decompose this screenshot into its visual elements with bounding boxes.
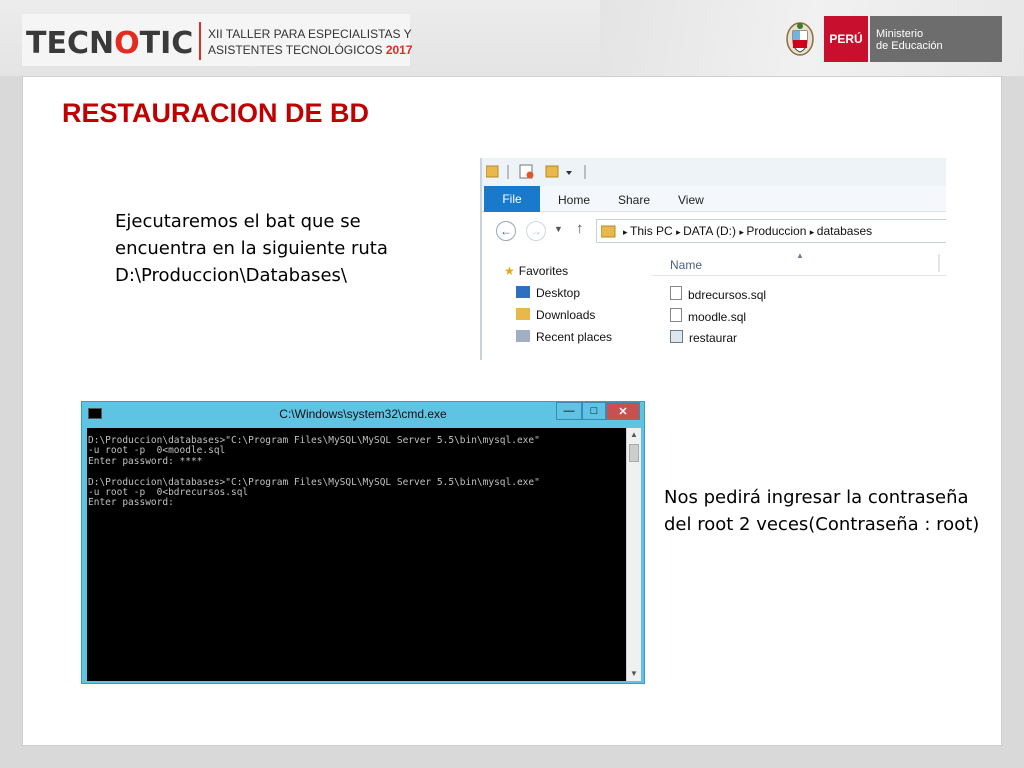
breadcrumb-databases[interactable]: databases [817, 224, 872, 238]
sql-file-icon [670, 308, 682, 322]
instruction-paragraph: Ejecutaremos el bat que se encuentra en … [115, 208, 388, 289]
desktop-icon [516, 286, 530, 298]
ministry-badge: Ministerio de Educación [870, 16, 1002, 62]
breadcrumb-this-pc[interactable]: This PC [630, 224, 673, 238]
tab-home[interactable]: Home [558, 193, 590, 207]
slide-title: RESTAURACION DE BD [62, 98, 370, 128]
breadcrumb-separator: ▸ [809, 227, 817, 237]
quick-access-toolbar-icons [486, 164, 586, 179]
breadcrumb-separator: ▸ [623, 227, 631, 237]
star-icon: ★ [504, 264, 515, 278]
downloads-icon [516, 308, 530, 320]
logo-divider [199, 22, 201, 60]
scroll-up-icon[interactable]: ▲ [627, 428, 641, 442]
event-title-text: ASISTENTES TECNOLÓGICOS [208, 43, 383, 57]
instruction-line: encuentra en la siguiente ruta [115, 238, 388, 259]
close-button[interactable]: ✕ [606, 402, 640, 420]
government-logo: PERÚ Ministerio de Educación [778, 16, 1002, 62]
logo-text-right: TIC [139, 26, 194, 61]
minimize-button[interactable]: — [556, 402, 582, 420]
file-row[interactable]: bdrecursos.sql [670, 286, 766, 302]
cmd-window: C:\Windows\system32\cmd.exe — □ ✕ D:\Pro… [81, 401, 645, 684]
instruction-line: Ejecutaremos el bat que se [115, 211, 361, 232]
tecnotic-logo: TECNOTIC [26, 26, 193, 61]
scroll-down-icon[interactable]: ▼ [627, 667, 641, 681]
tab-share[interactable]: Share [618, 193, 650, 207]
file-name: moodle.sql [688, 310, 747, 324]
sidebar-item-desktop[interactable]: Desktop [516, 286, 580, 300]
up-arrow-icon[interactable]: ↑ [576, 220, 584, 237]
sidebar-item-favorites[interactable]: ★ Favorites [504, 264, 568, 278]
breadcrumb-data-drive[interactable]: DATA (D:) [683, 224, 736, 238]
sidebar-label: Recent places [536, 330, 613, 344]
event-title-line1: XII TALLER PARA ESPECIALISTAS Y [208, 27, 412, 41]
event-year: 2017 [385, 43, 413, 57]
file-name: bdrecursos.sql [688, 288, 767, 302]
maximize-button[interactable]: □ [582, 402, 606, 420]
column-header-label: Name [670, 258, 703, 272]
file-row[interactable]: restaurar [670, 330, 737, 345]
cmd-scrollbar[interactable]: ▲ ▼ [626, 428, 641, 681]
scrollbar-thumb[interactable] [629, 444, 639, 462]
instruction-line: D:\Produccion\Databases\ [115, 265, 347, 286]
file-name: restaurar [689, 331, 738, 345]
ministry-line2: de Educación [876, 40, 943, 52]
explorer-ribbon [482, 186, 946, 212]
explorer-titlebar [482, 158, 946, 186]
sidebar-label: Desktop [536, 286, 581, 300]
column-divider [938, 254, 940, 272]
tab-file[interactable]: File [484, 186, 540, 212]
sidebar-label: Downloads [536, 308, 596, 322]
ministry-line1: Ministerio [876, 28, 924, 40]
password-note-line: Nos pedirá ingresar la contraseña [664, 487, 969, 508]
sidebar-item-downloads[interactable]: Downloads [516, 308, 595, 322]
logo-text-mid: O [114, 26, 140, 61]
password-note-line: del root 2 veces(Contraseña : root) [664, 514, 980, 535]
file-explorer-screenshot: File Home Share View ← → ▼ ↑ ▸ This PC ▸… [480, 158, 946, 360]
address-bar[interactable]: ▸ This PC ▸ DATA (D:) ▸ Produccion ▸ dat… [596, 219, 946, 243]
password-note: Nos pedirá ingresar la contraseña del ro… [664, 484, 979, 538]
breadcrumb-produccion[interactable]: Produccion [746, 224, 806, 238]
cmd-line: Enter password: **** [88, 455, 203, 467]
logo-text-left: TECN [26, 26, 115, 61]
forward-button[interactable]: → [526, 221, 546, 241]
cmd-line: Enter password: [88, 497, 174, 509]
back-button[interactable]: ← [496, 221, 516, 241]
tab-view[interactable]: View [678, 193, 704, 207]
batch-file-icon [670, 330, 683, 343]
sidebar-item-recent-places[interactable]: Recent places [516, 330, 612, 344]
coat-of-arms-icon [786, 22, 814, 56]
cmd-output[interactable]: D:\Produccion\databases>"C:\Program File… [87, 428, 626, 681]
sidebar-label: Favorites [518, 264, 569, 278]
event-title-line2: ASISTENTES TECNOLÓGICOS 2017 [208, 43, 413, 57]
recent-places-icon [516, 330, 530, 342]
sort-ascending-icon: ▲ [796, 251, 804, 260]
file-row[interactable]: moodle.sql [670, 308, 746, 324]
folder-icon [601, 225, 616, 238]
sql-file-icon [670, 286, 682, 300]
peru-badge: PERÚ [824, 16, 868, 62]
recent-dropdown-icon[interactable]: ▼ [554, 224, 563, 234]
